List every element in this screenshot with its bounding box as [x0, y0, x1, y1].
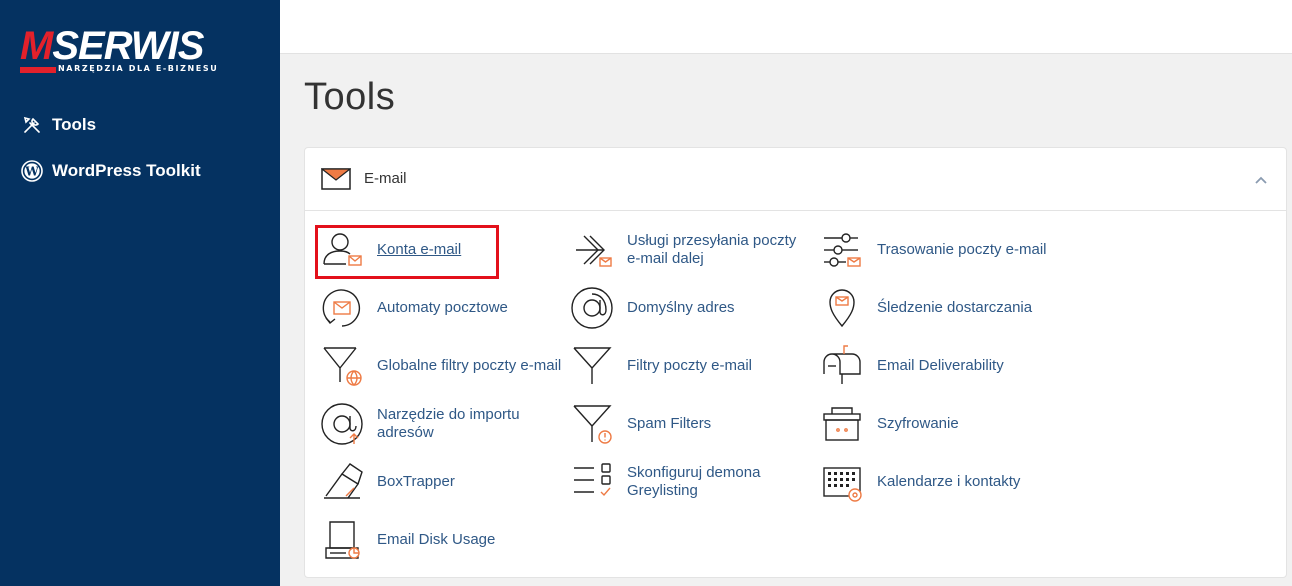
tool-label: Email Disk Usage	[377, 531, 496, 548]
sidebar: MSERWIS NARZĘDZIA DLA E-BIZNESU Tools W …	[0, 0, 280, 586]
address-importer-icon	[321, 403, 363, 445]
tool-encryption[interactable]: Szyfrowanie	[820, 402, 959, 446]
tool-email-filters[interactable]: Filtry poczty e-mail	[570, 344, 752, 388]
tool-label: BoxTrapper	[377, 473, 455, 490]
tool-label: Trasowanie poczty e-mail	[877, 241, 1047, 258]
email-section-header[interactable]: E-mail	[305, 148, 1286, 211]
tool-track-delivery[interactable]: Śledzenie dostarczania	[820, 286, 1032, 330]
tool-label: Spam Filters	[627, 415, 712, 432]
email-routing-icon	[824, 233, 861, 267]
tool-label: Śledzenie dostarczania	[877, 299, 1033, 316]
tool-label: Email Deliverability	[877, 357, 1004, 374]
svg-text:W: W	[24, 165, 39, 179]
tool-forwarders[interactable]: Usługi przesyłania poczty e-mail dalej	[570, 228, 810, 272]
tool-default-address[interactable]: Domyślny adres	[570, 286, 735, 330]
boxtrapper-icon	[324, 463, 363, 499]
wordpress-icon: W	[20, 159, 44, 183]
default-address-icon	[571, 287, 613, 329]
sidebar-item-wordpress-toolkit[interactable]: W WordPress Toolkit	[20, 159, 201, 183]
tool-spam-filters[interactable]: Spam Filters	[570, 402, 711, 446]
tool-email-disk-usage[interactable]: Email Disk Usage	[320, 518, 495, 562]
tool-global-filters[interactable]: Globalne filtry poczty e-mail	[320, 344, 561, 388]
tool-label: Konta e-mail	[377, 241, 462, 258]
top-bar	[280, 0, 1292, 54]
spam-filters-icon	[573, 405, 612, 444]
autoresponders-icon	[322, 289, 361, 327]
page-title: Tools	[304, 76, 396, 118]
tool-konta-email[interactable]: Konta e-mail	[320, 228, 461, 272]
deliverability-icon	[823, 345, 861, 384]
sidebar-item-label: Tools	[52, 115, 97, 134]
global-filters-icon	[323, 347, 362, 386]
tool-label: Szyfrowanie	[877, 415, 959, 432]
tool-greylisting[interactable]: Skonfiguruj demona Greylisting	[570, 460, 787, 504]
section-title: E-mail	[364, 170, 407, 187]
chevron-up-icon[interactable]	[1254, 172, 1268, 190]
tool-calendars-contacts[interactable]: Kalendarze i kontakty	[820, 460, 1020, 504]
tool-autoresponders[interactable]: Automaty pocztowe	[320, 286, 508, 330]
forwarders-icon	[576, 235, 612, 267]
tool-boxtrapper[interactable]: BoxTrapper	[320, 460, 455, 504]
calendars-contacts-icon	[823, 467, 862, 502]
logo-tagline: NARZĘDZIA DLA E-BIZNESU	[58, 64, 219, 73]
email-filters-icon	[573, 347, 612, 384]
tools-icon	[20, 113, 44, 137]
email-section-icon	[320, 168, 352, 195]
sidebar-item-tools[interactable]: Tools	[20, 113, 96, 137]
tool-label: Skonfiguruj demona Greylisting	[627, 464, 761, 499]
tool-label: Narzędzie do importu adresów	[377, 406, 520, 441]
logo[interactable]: MSERWIS NARZĘDZIA DLA E-BIZNESU	[20, 26, 230, 78]
tool-email-deliverability[interactable]: Email Deliverability	[820, 344, 1004, 388]
email-accounts-icon	[323, 233, 362, 266]
encryption-icon	[823, 407, 861, 441]
logo-wordmark: MSERWIS	[20, 24, 204, 68]
tool-email-routing[interactable]: Trasowanie poczty e-mail	[820, 228, 1047, 272]
disk-usage-icon	[325, 521, 360, 559]
tool-label: Automaty pocztowe	[377, 299, 508, 316]
sidebar-item-label: WordPress Toolkit	[52, 161, 201, 180]
tool-label: Filtry poczty e-mail	[627, 357, 753, 374]
greylisting-icon	[574, 463, 611, 497]
tool-label: Domyślny adres	[627, 299, 735, 316]
track-delivery-icon	[829, 289, 855, 328]
tool-address-importer[interactable]: Narzędzie do importu adresów	[320, 402, 542, 446]
tool-label: Usługi przesyłania poczty e-mail dalej	[627, 232, 797, 267]
tool-label: Kalendarze i kontakty	[877, 473, 1021, 490]
tool-label: Globalne filtry poczty e-mail	[377, 357, 562, 374]
